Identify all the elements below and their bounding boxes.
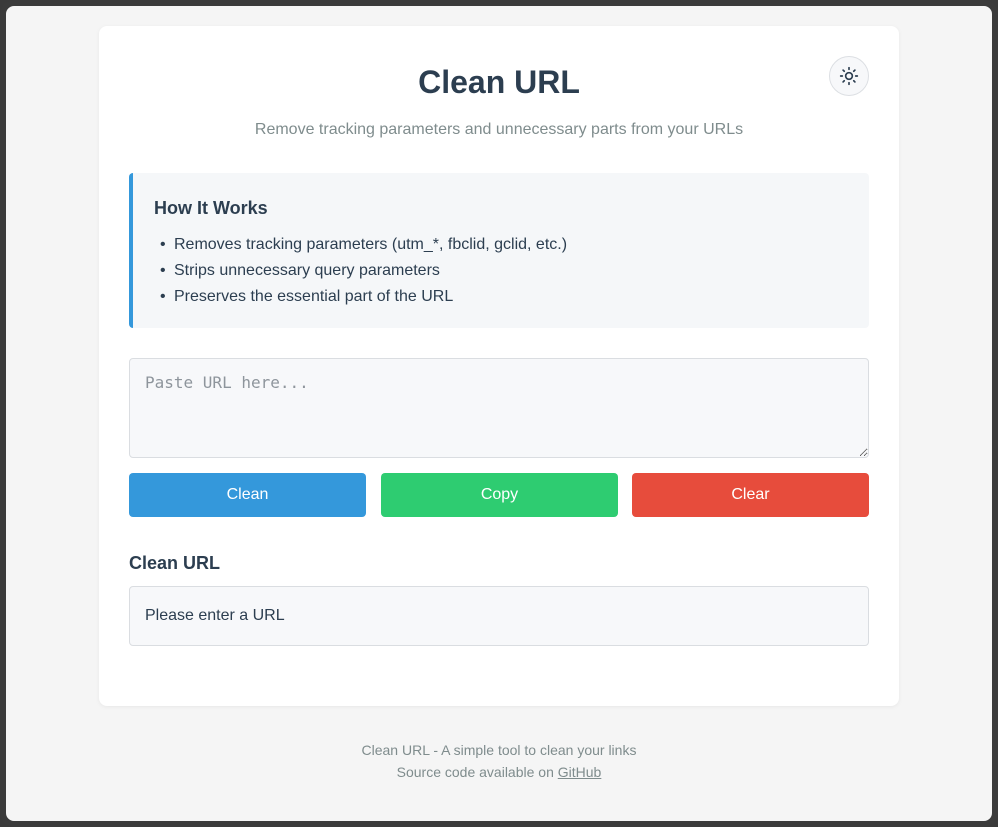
list-item: Preserves the essential part of the URL [154, 284, 869, 310]
github-link[interactable]: GitHub [558, 764, 602, 780]
page-subtitle: Remove tracking parameters and unnecessa… [254, 121, 744, 138]
main-card: Clean URL Remove tracking parameters and… [99, 26, 899, 706]
how-it-works-list: Removes tracking parameters (utm_*, fbcl… [154, 232, 869, 310]
copy-button[interactable]: Copy [381, 473, 618, 517]
list-item: Removes tracking parameters (utm_*, fbcl… [154, 232, 869, 258]
footer-tagline: Clean URL - A simple tool to clean your … [361, 742, 637, 758]
clean-button[interactable]: Clean [129, 473, 366, 517]
list-item: Strips unnecessary query parameters [154, 258, 869, 284]
sun-icon [839, 66, 859, 86]
theme-toggle-button[interactable] [829, 56, 869, 96]
footer: Clean URL - A simple tool to clean your … [6, 739, 992, 783]
how-it-works-panel: How It Works Removes tracking parameters… [129, 173, 869, 328]
result-heading: Clean URL [129, 553, 221, 573]
page-title: Clean URL [418, 64, 580, 100]
url-input[interactable] [129, 358, 869, 458]
result-output: Please enter a URL [129, 586, 869, 646]
clear-button[interactable]: Clear [632, 473, 869, 517]
footer-source-line: Source code available on GitHub [6, 761, 992, 783]
how-it-works-heading: How It Works [154, 198, 268, 218]
app-window: Clean URL Remove tracking parameters and… [0, 0, 998, 827]
footer-source-text: Source code available on [396, 764, 554, 780]
